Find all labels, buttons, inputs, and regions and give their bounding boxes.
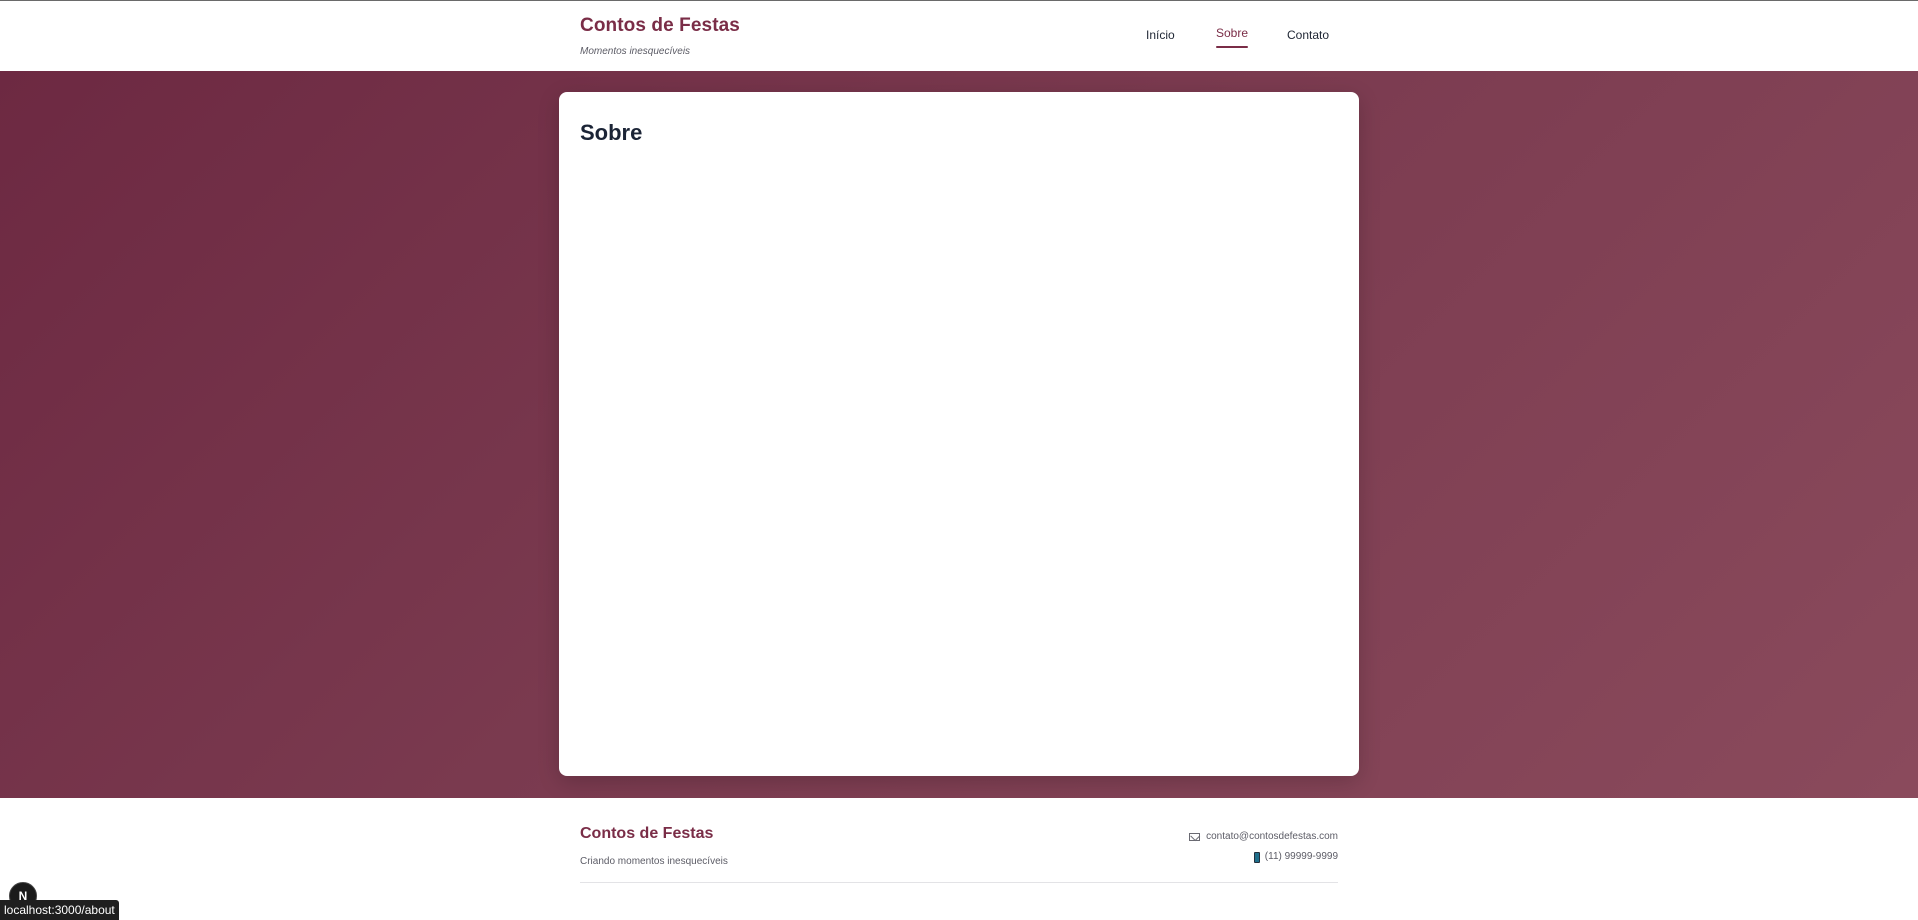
footer-brand: Contos de Festas Criando momentos inesqu… [580, 825, 728, 867]
contact-phone-text[interactable]: (11) 99999-9999 [1265, 847, 1338, 867]
footer-title: Contos de Festas [580, 825, 714, 842]
site-header: Contos de Festas Momentos inesquecíveis … [0, 1, 1918, 71]
brand-tagline: Momentos inesquecíveis [580, 46, 691, 57]
main-content: Sobre [0, 71, 1918, 798]
footer-tagline: Criando momentos inesquecíveis [580, 856, 728, 867]
brand[interactable]: Contos de Festas Momentos inesquecíveis [580, 15, 740, 57]
page-title: Sobre [580, 120, 643, 145]
nav-link-sobre[interactable]: Sobre [1211, 23, 1253, 48]
content-card: Sobre [559, 92, 1359, 776]
nav-link-contato[interactable]: Contato [1282, 25, 1334, 50]
footer-divider [580, 882, 1338, 883]
site-footer: Contos de Festas Criando momentos inesqu… [0, 798, 1918, 920]
contact-phone[interactable]: (11) 99999-9999 [1189, 847, 1338, 867]
nav-link-inicio[interactable]: Início [1141, 25, 1180, 50]
contact-email-text[interactable]: contato@contosdefestas.com [1206, 827, 1338, 847]
mobile-phone-icon [1253, 851, 1260, 863]
contact-email[interactable]: contato@contosdefestas.com [1189, 827, 1338, 847]
brand-title[interactable]: Contos de Festas [580, 15, 740, 37]
envelope-icon [1189, 833, 1201, 841]
footer-contact: contato@contosdefestas.com (11) 99999-99… [1189, 827, 1338, 867]
status-bar-url: localhost:3000/about [0, 900, 119, 920]
